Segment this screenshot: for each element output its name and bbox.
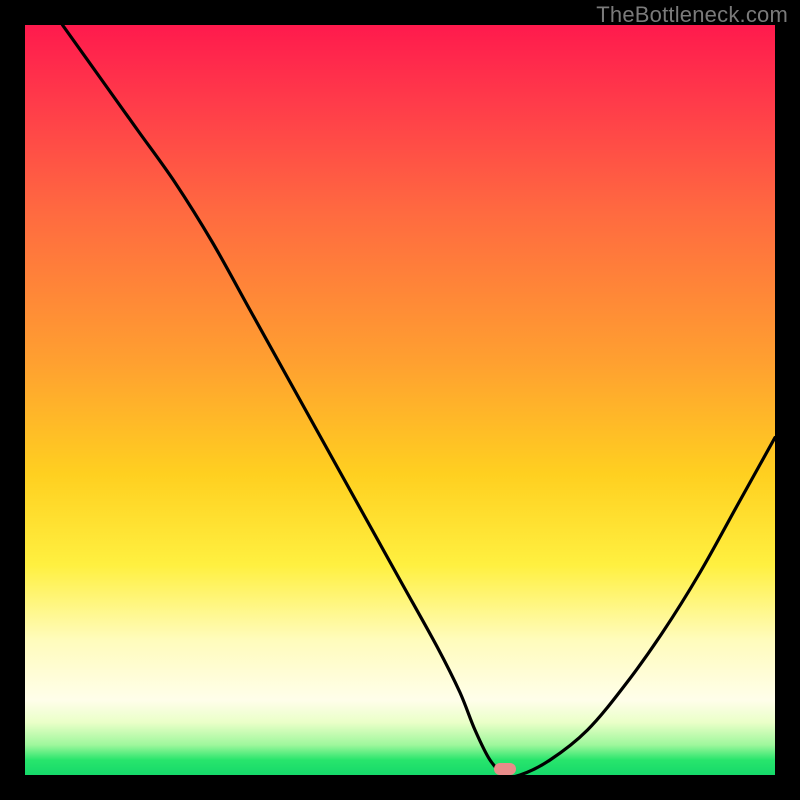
curve-path: [63, 25, 776, 777]
bottleneck-curve: [25, 25, 775, 775]
plot-area: [25, 25, 775, 775]
optimum-marker: [494, 763, 516, 775]
chart-frame: TheBottleneck.com: [0, 0, 800, 800]
